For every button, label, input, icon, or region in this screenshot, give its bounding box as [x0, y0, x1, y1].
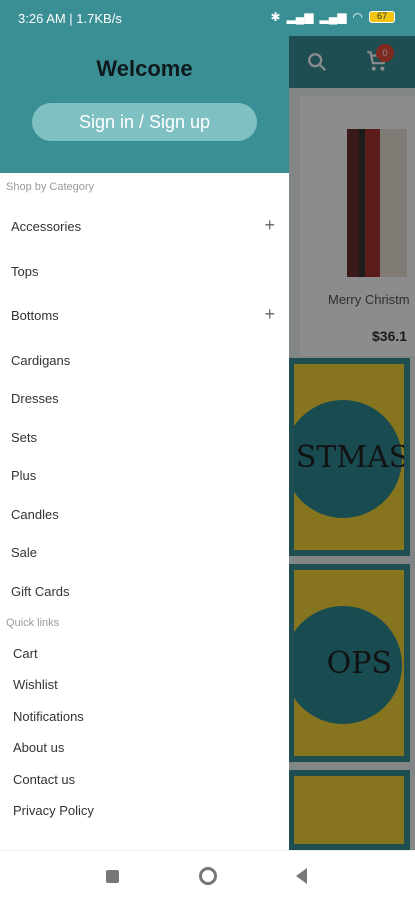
category-sale[interactable]: Sale	[11, 545, 281, 560]
category-accessories[interactable]: Accessories +	[11, 215, 281, 235]
category-label: Bottoms	[11, 308, 59, 323]
welcome-title: Welcome	[96, 56, 193, 81]
category-bottoms[interactable]: Bottoms +	[11, 304, 281, 324]
category-tops[interactable]: Tops	[11, 264, 281, 279]
category-candles[interactable]: Candles	[11, 507, 281, 522]
status-time: 3:26 AM | 1.7KB/s	[18, 11, 122, 26]
category-sets[interactable]: Sets	[11, 430, 281, 445]
category-plus[interactable]: Plus	[11, 468, 281, 483]
bluetooth-icon: ✱	[270, 10, 281, 24]
quick-link-privacy-policy[interactable]: Privacy Policy	[13, 803, 94, 818]
quick-links-label: Quick links	[6, 617, 60, 629]
quick-link-cart[interactable]: Cart	[13, 646, 38, 661]
category-gift-cards[interactable]: Gift Cards	[11, 584, 281, 599]
expand-plus-icon[interactable]: +	[264, 304, 275, 325]
home-button[interactable]	[199, 867, 217, 885]
battery-icon: 67	[369, 11, 395, 23]
signal-icon-2: ▂▄▆	[319, 10, 347, 24]
category-label: Cardigans	[11, 353, 71, 368]
quick-link-contact-us[interactable]: Contact us	[13, 772, 75, 787]
category-label: Plus	[11, 468, 37, 483]
category-label: Sets	[11, 430, 38, 445]
category-label: Candles	[11, 507, 59, 522]
wifi-icon: ◠	[352, 10, 363, 24]
navigation-drawer: Welcome Sign in / Sign up Shop by Catego…	[0, 36, 289, 850]
category-label: Gift Cards	[11, 584, 70, 599]
expand-plus-icon[interactable]: +	[264, 215, 275, 236]
category-label: Sale	[11, 545, 38, 560]
status-icons: ✱ ▂▄▆ ▂▄▆ ◠ 67	[271, 10, 395, 24]
status-bar: 3:26 AM | 1.7KB/s ✱ ▂▄▆ ▂▄▆ ◠ 67	[0, 0, 415, 36]
category-label: Tops	[11, 264, 39, 279]
recents-button[interactable]	[106, 870, 119, 883]
quick-link-about-us[interactable]: About us	[13, 740, 64, 755]
quick-link-wishlist[interactable]: Wishlist	[13, 677, 58, 692]
system-nav-bar	[0, 850, 415, 900]
category-dresses[interactable]: Dresses	[11, 391, 281, 406]
sign-in-button[interactable]: Sign in / Sign up	[32, 103, 257, 141]
drawer-header: Welcome Sign in / Sign up	[0, 36, 289, 173]
signal-icon: ▂▄▆	[286, 10, 314, 24]
category-label: Dresses	[11, 391, 59, 406]
category-label: Accessories	[11, 219, 82, 234]
category-cardigans[interactable]: Cardigans	[11, 353, 281, 368]
shop-by-category-label: Shop by Category	[6, 181, 95, 193]
quick-link-notifications[interactable]: Notifications	[13, 709, 84, 724]
back-button[interactable]	[296, 868, 307, 884]
